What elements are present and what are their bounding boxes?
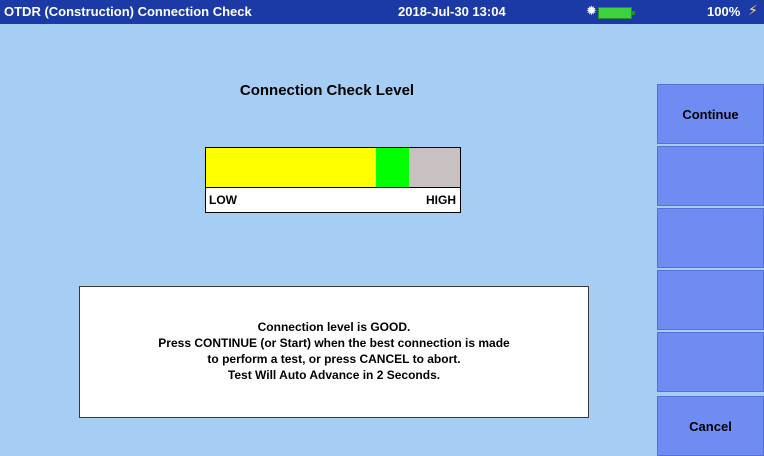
softkey-3-button[interactable] [657,208,764,268]
title-bar: OTDR (Construction) Connection Check 201… [0,0,764,24]
message-line-2: Press CONTINUE (or Start) when the best … [158,336,510,350]
sun-icon: ✹ [586,3,597,18]
message-line-1: Connection level is GOOD. [257,320,411,334]
meter-segment-low [206,148,376,187]
message-line-3: to perform a test, or press CANCEL to ab… [207,352,461,366]
power-plug-icon: ⚡ [748,2,758,18]
connection-level-meter: LOW HIGH [205,147,461,213]
softkey-4-button[interactable] [657,270,764,330]
battery-icon [598,7,635,19]
softkey-2-button[interactable] [657,146,764,206]
meter-bar [206,148,460,187]
window-title: OTDR (Construction) Connection Check [4,4,252,19]
cancel-button[interactable]: Cancel [657,396,764,456]
meter-low-label: LOW [209,193,237,207]
meter-high-label: HIGH [426,193,456,207]
meter-divider [206,187,460,188]
meter-segment-good [376,148,409,187]
softkey-5-button[interactable] [657,332,764,392]
softkey-panel: Continue Cancel [657,84,764,456]
meter-segment-high [409,148,460,187]
message-line-4: Test Will Auto Advance in 2 Seconds. [227,368,441,382]
datetime: 2018-Jul-30 13:04 [398,4,506,19]
message-box: Connection level is GOOD. Press CONTINUE… [79,286,589,418]
page-title: Connection Check Level [239,82,415,99]
battery-percent: 100% [707,4,741,19]
continue-button[interactable]: Continue [657,84,764,144]
